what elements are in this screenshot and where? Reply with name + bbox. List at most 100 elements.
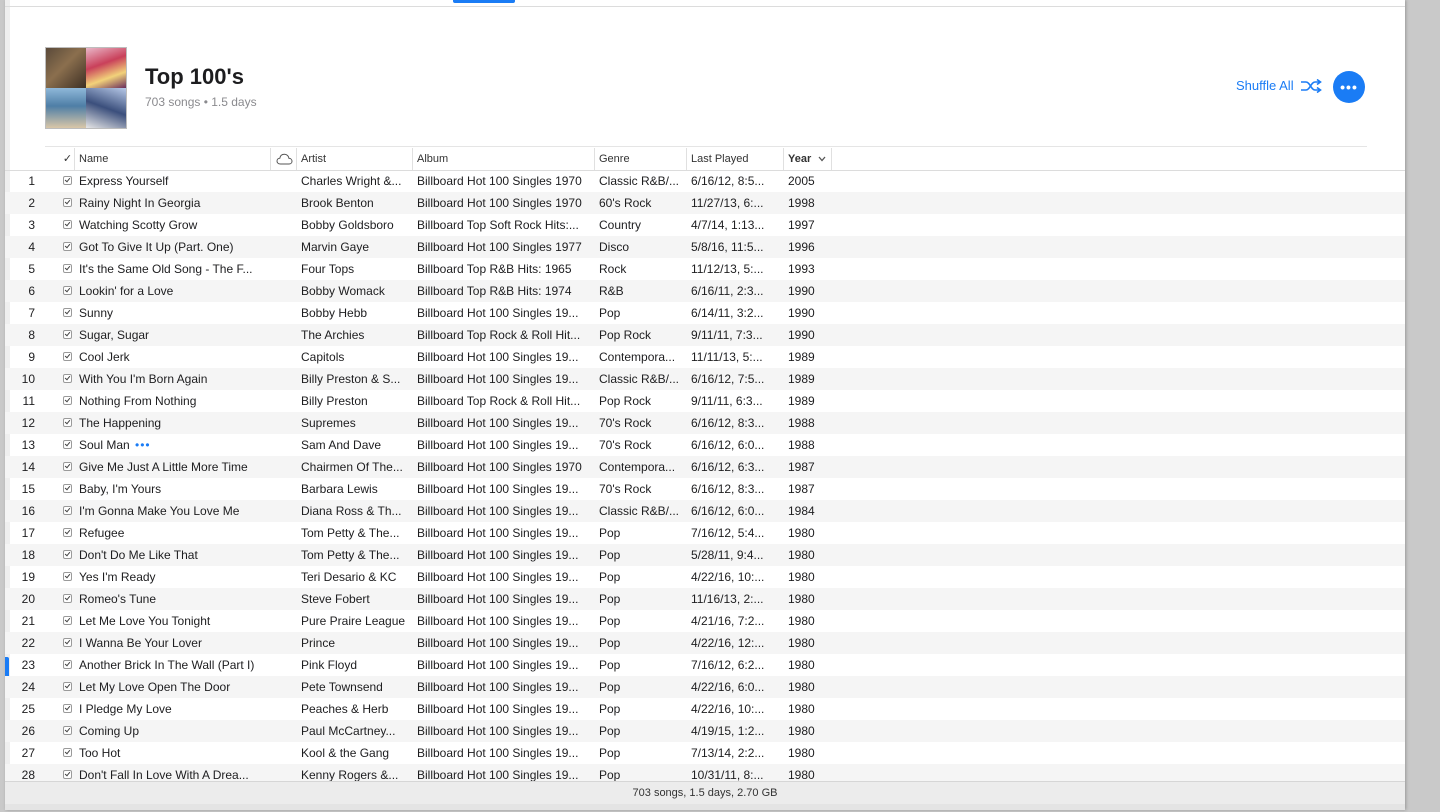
checkbox-icon[interactable] xyxy=(63,594,72,603)
checkbox-icon[interactable] xyxy=(63,506,72,515)
track-number: 10 xyxy=(21,372,35,386)
song-last-played: 6/16/12, 6:0... xyxy=(691,438,765,452)
table-row[interactable]: 26 Coming Up Paul McCartney... Billboard Ho… xyxy=(5,720,1405,742)
table-row[interactable]: 13 Soul Man Sam And Dave Billboard Hot 100 … xyxy=(5,434,1405,456)
checkbox-icon[interactable] xyxy=(63,176,72,185)
table-row[interactable]: 9 Cool Jerk Capitols Billboard Hot 100 Sing… xyxy=(5,346,1405,368)
checkbox-icon[interactable] xyxy=(63,660,72,669)
checkbox-icon[interactable] xyxy=(63,220,72,229)
table-row[interactable]: 15 Baby, I'm Yours Barbara Lewis Billboard … xyxy=(5,478,1405,500)
checkbox-icon[interactable] xyxy=(63,264,72,273)
checkbox-icon[interactable] xyxy=(63,726,72,735)
table-row[interactable]: 18 Don't Do Me Like That Tom Petty & The..… xyxy=(5,544,1405,566)
song-last-played: 4/21/16, 7:2... xyxy=(691,614,765,628)
checkbox-icon[interactable] xyxy=(63,462,72,471)
song-album: Billboard Hot 100 Singles 19... xyxy=(417,614,579,628)
checkbox-icon[interactable] xyxy=(63,528,72,537)
table-row[interactable]: 24 Let My Love Open The Door Pete Townsend… xyxy=(5,676,1405,698)
column-header-check[interactable]: ✓ xyxy=(61,148,75,170)
table-row[interactable]: 7 Sunny Bobby Hebb Billboard Hot 100 Single… xyxy=(5,302,1405,324)
song-artist: Teri Desario & KC xyxy=(301,570,397,584)
checkbox-icon[interactable] xyxy=(63,396,72,405)
checkbox-icon[interactable] xyxy=(63,418,72,427)
song-year: 2005 xyxy=(788,174,815,188)
table-row[interactable]: 25 I Pledge My Love Peaches & Herb Billboar… xyxy=(5,698,1405,720)
table-row[interactable]: 22 I Wanna Be Your Lover Prince Billboard H… xyxy=(5,632,1405,654)
track-number: 23 xyxy=(21,658,35,672)
checkbox-icon[interactable] xyxy=(63,374,72,383)
table-row[interactable]: 4 Got To Give It Up (Part. One) Marvin Gay… xyxy=(5,236,1405,258)
music-window: Top 100's 703 songs • 1.5 days Shuffle A… xyxy=(5,0,1405,810)
table-row[interactable]: 12 The Happening Supremes Billboard Hot 100… xyxy=(5,412,1405,434)
song-genre: Country xyxy=(599,218,642,232)
table-row[interactable]: 6 Lookin' for a Love Bobby Womack Billboard… xyxy=(5,280,1405,302)
checkbox-icon[interactable] xyxy=(63,704,72,713)
checkbox-icon[interactable] xyxy=(63,330,72,339)
checkbox-icon[interactable] xyxy=(63,572,72,581)
checkbox-icon[interactable] xyxy=(63,616,72,625)
checkbox-icon[interactable] xyxy=(63,770,72,779)
table-row[interactable]: 21 Let Me Love You Tonight Pure Praire Lea… xyxy=(5,610,1405,632)
table-row[interactable]: 8 Sugar, Sugar The Archies Billboard Top Ro… xyxy=(5,324,1405,346)
table-row[interactable]: 2 Rainy Night In Georgia Brook Benton Billb… xyxy=(5,192,1405,214)
track-number: 4 xyxy=(28,240,35,254)
song-album: Billboard Hot 100 Singles 19... xyxy=(417,658,579,672)
song-artist: Prince xyxy=(301,636,336,650)
song-name: Let Me Love You Tonight xyxy=(79,614,211,628)
table-row[interactable]: 27 Too Hot Kool & the Gang Billboard Hot 10… xyxy=(5,742,1405,764)
table-row[interactable]: 17 Refugee Tom Petty & The... Billboard Hot… xyxy=(5,522,1405,544)
song-last-played: 6/16/12, 8:5... xyxy=(691,174,765,188)
song-last-played: 7/16/12, 5:4... xyxy=(691,526,765,540)
checkbox-icon[interactable] xyxy=(63,198,72,207)
table-row[interactable]: 16 I'm Gonna Make You Love Me Diana Ross &… xyxy=(5,500,1405,522)
row-more-icon[interactable]: ••• xyxy=(135,434,151,456)
song-last-played: 4/22/16, 10:... xyxy=(691,570,765,584)
table-row[interactable]: 5 It's the Same Old Song - The F... Four T… xyxy=(5,258,1405,280)
song-genre: Pop xyxy=(599,548,621,562)
table-row[interactable]: 23 Another Brick In The Wall (Part I) Pink… xyxy=(5,654,1405,676)
table-row[interactable]: 10 With You I'm Born Again Billy Preston &… xyxy=(5,368,1405,390)
column-header-artist[interactable]: Artist xyxy=(297,148,413,170)
checkbox-icon[interactable] xyxy=(63,748,72,757)
table-row[interactable]: 11 Nothing From Nothing Billy Preston Billb… xyxy=(5,390,1405,412)
table-row[interactable]: 3 Watching Scotty Grow Bobby Goldsboro Bill… xyxy=(5,214,1405,236)
status-bar: 703 songs, 1.5 days, 2.70 GB xyxy=(5,781,1405,805)
song-artist: Supremes xyxy=(301,416,356,430)
column-header-cloud[interactable] xyxy=(271,148,297,170)
table-row[interactable]: 1 Express Yourself Charles Wright &... Bill… xyxy=(5,170,1405,192)
checkbox-icon[interactable] xyxy=(63,638,72,647)
song-genre: R&B xyxy=(599,284,624,298)
checkbox-icon[interactable] xyxy=(63,484,72,493)
checkbox-icon[interactable] xyxy=(63,682,72,691)
more-options-button[interactable]: ••• xyxy=(1333,71,1365,103)
song-artist: Diana Ross & Th... xyxy=(301,504,402,518)
song-genre: Pop xyxy=(599,614,621,628)
column-header-year[interactable]: Year xyxy=(784,148,832,170)
column-header-name[interactable]: Name xyxy=(75,148,271,170)
table-row[interactable]: 20 Romeo's Tune Steve Fobert Billboard Hot … xyxy=(5,588,1405,610)
table-row[interactable]: 14 Give Me Just A Little More Time Chairme… xyxy=(5,456,1405,478)
song-last-played: 4/19/15, 1:2... xyxy=(691,724,765,738)
checkbox-icon[interactable] xyxy=(63,308,72,317)
column-header-album[interactable]: Album xyxy=(413,148,595,170)
song-year: 1980 xyxy=(788,570,815,584)
table-row[interactable]: 19 Yes I'm Ready Teri Desario & KC Billboar… xyxy=(5,566,1405,588)
song-year: 1988 xyxy=(788,438,815,452)
song-last-played: 11/16/13, 2:... xyxy=(691,592,764,606)
checkbox-icon[interactable] xyxy=(63,440,72,449)
song-album: Billboard Hot 100 Singles 19... xyxy=(417,702,579,716)
song-name: Sugar, Sugar xyxy=(79,328,150,342)
column-header-genre[interactable]: Genre xyxy=(595,148,687,170)
song-genre: Classic R&B/... xyxy=(599,174,680,188)
song-year: 1980 xyxy=(788,592,815,606)
song-artist: Bobby Hebb xyxy=(301,306,368,320)
song-genre: Pop xyxy=(599,724,621,738)
column-header-last-played[interactable]: Last Played xyxy=(687,148,784,170)
checkbox-icon[interactable] xyxy=(63,550,72,559)
checkbox-icon[interactable] xyxy=(63,352,72,361)
checkbox-icon[interactable] xyxy=(63,286,72,295)
shuffle-all-button[interactable]: Shuffle All xyxy=(1236,78,1322,93)
song-year: 1980 xyxy=(788,680,815,694)
song-name: Another Brick In The Wall (Part I) xyxy=(79,658,255,672)
checkbox-icon[interactable] xyxy=(63,242,72,251)
